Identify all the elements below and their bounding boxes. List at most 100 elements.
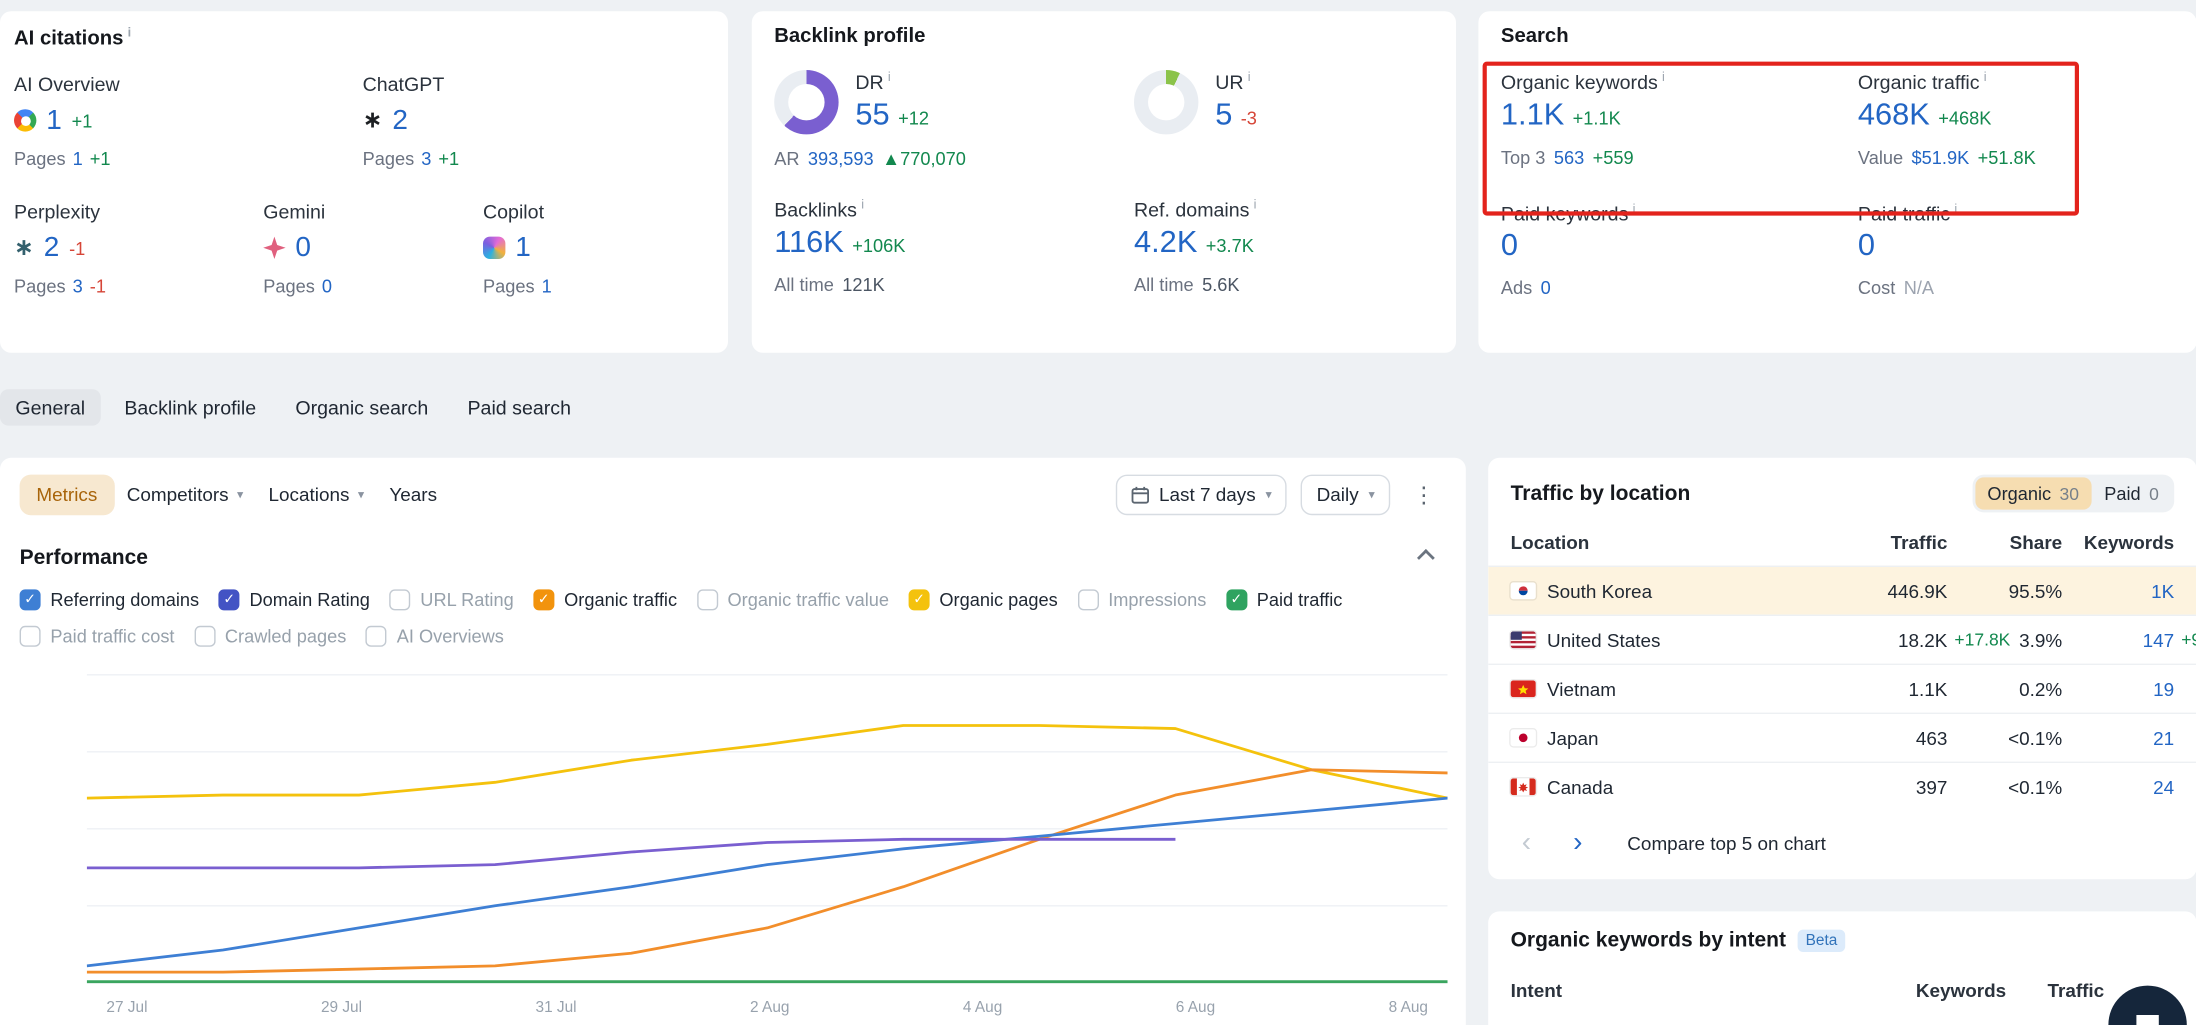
- pages-row: Pages 0: [263, 276, 483, 297]
- metric-label: Ref. domainsi: [1134, 197, 1434, 220]
- keywords-cell: 19: [2062, 678, 2174, 699]
- keywords-link[interactable]: 19: [2153, 678, 2174, 699]
- metric-checkbox-organic-traffic-value[interactable]: Organic traffic value: [697, 589, 889, 610]
- info-icon[interactable]: i: [888, 70, 891, 84]
- metric-checkbox-domain-rating[interactable]: ✓Domain Rating: [219, 589, 370, 610]
- location-row-vietnam[interactable]: Vietnam 1.1K 0.2% 19: [1488, 664, 2196, 713]
- metric-label: DRi: [855, 70, 929, 93]
- organic-keywords-value: 1.1K: [1501, 96, 1564, 132]
- tab-paid-search[interactable]: Paid search: [452, 389, 586, 425]
- keywords-link[interactable]: 147: [2143, 629, 2175, 650]
- tab-general[interactable]: General: [0, 389, 101, 425]
- pages-row: Pages 1: [483, 276, 552, 297]
- keywords-link[interactable]: 1K: [2151, 580, 2174, 601]
- share-cell: <0.1%: [1947, 727, 2062, 748]
- metric-checkbox-paid-traffic-cost[interactable]: Paid traffic cost: [20, 626, 175, 647]
- info-icon[interactable]: i: [1954, 201, 1957, 215]
- metric-paid-keywords: Paid keywordsi 0 Ads 0: [1501, 201, 1858, 299]
- column-traffic: Traffic: [1796, 532, 1947, 553]
- granularity-dropdown[interactable]: Daily ▾: [1301, 475, 1390, 516]
- flag-south-korea-icon: [1511, 582, 1536, 599]
- ads-link[interactable]: 0: [1541, 278, 1551, 299]
- metric-toggles-row-2: Paid traffic cost Crawled pages AI Overv…: [20, 626, 1444, 647]
- metric-checkbox-organic-pages[interactable]: ✓Organic pages: [909, 589, 1058, 610]
- metric-checkbox-organic-traffic[interactable]: ✓Organic traffic: [533, 589, 677, 610]
- toggle-paid[interactable]: Paid 0: [2092, 477, 2172, 509]
- beta-badge: Beta: [1797, 929, 1845, 951]
- cost-row: Cost N/A: [1858, 278, 2174, 299]
- top3-change: +559: [1593, 147, 1634, 168]
- metric-checkbox-impressions[interactable]: Impressions: [1077, 589, 1206, 610]
- checkbox-icon: ✓: [219, 589, 240, 610]
- locations-dropdown[interactable]: Locations▾: [256, 475, 377, 516]
- prev-page-button[interactable]: ‹: [1511, 827, 1543, 859]
- ref-domains-change: +3.7K: [1206, 235, 1254, 256]
- ref-domains-value: 4.2K: [1134, 224, 1197, 260]
- pages-label: Pages: [263, 276, 315, 297]
- gemini-icon: [263, 237, 285, 259]
- pages-label: Pages: [14, 276, 66, 297]
- search-grid: Organic keywordsi 1.1K +1.1K Top 3 563 +…: [1501, 70, 2174, 299]
- country-name: Canada: [1547, 776, 1613, 797]
- info-icon[interactable]: i: [1254, 197, 1257, 211]
- metric-label: Organic keywordsi: [1501, 70, 1858, 93]
- location-cell: South Korea: [1511, 580, 1797, 601]
- pages-link[interactable]: 1: [73, 148, 83, 169]
- ai-citations-row-1: AI Overview 1 +1 Pages 1 +1 ChatGPT: [14, 73, 711, 170]
- years-button[interactable]: Years: [377, 475, 450, 516]
- chat-icon: [2131, 1008, 2165, 1025]
- metric-checkbox-paid-traffic[interactable]: ✓Paid traffic: [1226, 589, 1342, 610]
- toggle-organic[interactable]: Organic 30: [1975, 477, 2092, 509]
- location-row-south-korea[interactable]: South Korea 446.9K 95.5% 1K: [1488, 566, 2196, 615]
- tab-backlink-profile[interactable]: Backlink profile: [109, 389, 272, 425]
- keywords-link[interactable]: 21: [2153, 727, 2174, 748]
- value-label: Value: [1858, 147, 1903, 168]
- citations-change: +1: [72, 110, 93, 131]
- metric-checkbox-url-rating[interactable]: URL Rating: [390, 589, 514, 610]
- pages-label: Pages: [483, 276, 535, 297]
- metrics-button[interactable]: Metrics: [20, 475, 115, 516]
- ar-rank-link[interactable]: 393,593: [808, 148, 874, 169]
- keywords-link[interactable]: 24: [2153, 776, 2174, 797]
- metric-label: ChatGPT: [363, 73, 712, 95]
- backlink-profile-title: Backlink profile: [774, 25, 1434, 47]
- metric-checkbox-crawled-pages[interactable]: Crawled pages: [194, 626, 346, 647]
- metric-value: 5 -3: [1215, 96, 1257, 132]
- top3-link[interactable]: 563: [1554, 147, 1584, 168]
- backlinks-change: +106K: [852, 235, 905, 256]
- info-icon[interactable]: i: [128, 25, 132, 39]
- metric-checkbox-ai-overviews[interactable]: AI Overviews: [366, 626, 504, 647]
- metric-label: Perplexity: [14, 200, 263, 222]
- backlink-profile-grid: DRi 55 +12 AR 393,593 ▲770,070: [774, 70, 1434, 295]
- collapse-section-button[interactable]: [1417, 549, 1435, 567]
- date-range-button[interactable]: Last 7 days ▾: [1116, 475, 1288, 516]
- info-icon[interactable]: i: [1662, 70, 1665, 84]
- metric-label: AI Overview: [14, 73, 363, 95]
- next-page-button[interactable]: ›: [1562, 827, 1594, 859]
- more-options-button[interactable]: ⋮: [1404, 481, 1443, 509]
- ar-row: AR 393,593 ▲770,070: [774, 148, 1134, 169]
- pages-link[interactable]: 0: [322, 276, 332, 297]
- metric-checkbox-referring-domains[interactable]: ✓Referring domains: [20, 589, 200, 610]
- citations-count: 1: [46, 105, 62, 137]
- citations-count: 2: [392, 105, 408, 137]
- location-row-canada[interactable]: Canada 397 <0.1% 24: [1488, 762, 2196, 811]
- pages-link[interactable]: 3: [421, 148, 431, 169]
- chevron-down-icon: ▾: [358, 487, 364, 502]
- pages-link[interactable]: 3: [73, 276, 83, 297]
- column-keywords: Keywords: [2062, 532, 2174, 553]
- value-link[interactable]: $51.9K: [1912, 147, 1970, 168]
- pages-link[interactable]: 1: [542, 276, 552, 297]
- metric-ref-domains: Ref. domainsi 4.2K +3.7K All time 5.6K: [1134, 197, 1434, 295]
- app-viewport: AI citationsi AI Overview 1 +1 Pages 1 +…: [0, 0, 2196, 1025]
- metric-label: Organic traffici: [1858, 70, 2174, 93]
- info-icon[interactable]: i: [1633, 201, 1636, 215]
- location-row-united-states[interactable]: United States 18.2K+17.8K 3.9% 147+92: [1488, 615, 2196, 664]
- info-icon[interactable]: i: [861, 197, 864, 211]
- location-row-japan[interactable]: Japan 463 <0.1% 21: [1488, 713, 2196, 762]
- info-icon[interactable]: i: [1248, 70, 1251, 84]
- years-label: Years: [389, 484, 437, 505]
- tab-organic-search[interactable]: Organic search: [280, 389, 444, 425]
- competitors-dropdown[interactable]: Competitors▾: [114, 475, 256, 516]
- info-icon[interactable]: i: [1984, 70, 1987, 84]
